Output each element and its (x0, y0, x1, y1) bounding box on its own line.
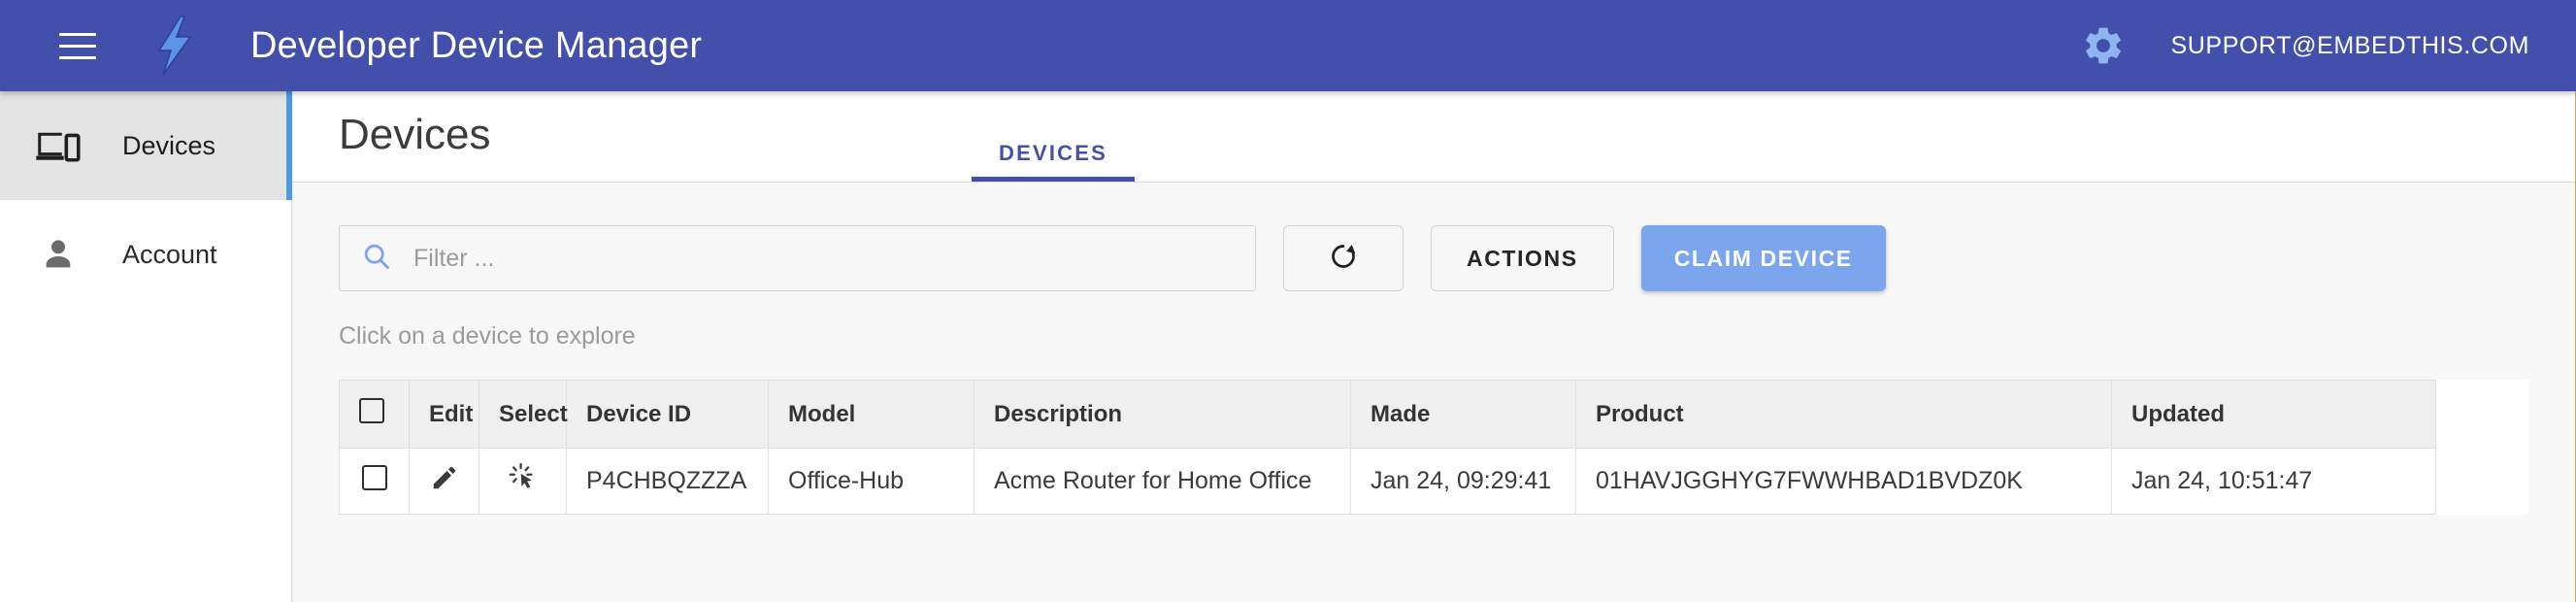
column-header-updated[interactable]: Updated (2111, 380, 2436, 449)
select-all-checkbox[interactable] (359, 398, 384, 423)
sidebar-nav: Devices Account (0, 91, 292, 602)
search-icon (361, 241, 392, 277)
devices-table-container: Edit Select Device ID Model Description … (339, 380, 2528, 515)
column-header-made[interactable]: Made (1350, 380, 1576, 449)
hamburger-menu-icon[interactable] (50, 18, 105, 73)
filter-search-box[interactable] (339, 225, 1256, 291)
row-select-cell (339, 448, 410, 515)
pencil-edit-icon[interactable] (430, 463, 459, 492)
column-header-edit[interactable]: Edit (409, 380, 479, 449)
sidebar-item-account[interactable]: Account (0, 200, 291, 309)
app-header-bar: Developer Device Manager SUPPORT@EMBEDTH… (0, 0, 2576, 91)
content-body: ACTIONS CLAIM DEVICE Click on a device t… (292, 183, 2575, 515)
menu-line (59, 32, 96, 36)
devices-table: Edit Select Device ID Model Description … (339, 380, 2436, 515)
column-header-model[interactable]: Model (768, 380, 974, 449)
table-header: Edit Select Device ID Model Description … (339, 380, 2436, 449)
page-title: Devices (339, 111, 491, 158)
actions-button[interactable]: ACTIONS (1431, 225, 1614, 291)
header-right-group: SUPPORT@EMBEDTHIS.COM (2078, 20, 2576, 71)
row-select-action-cell[interactable] (479, 448, 567, 515)
cell-model: Office-Hub (768, 448, 974, 515)
click-cursor-icon[interactable] (508, 462, 539, 493)
column-header-select[interactable]: Select (479, 380, 568, 449)
refresh-button[interactable] (1283, 225, 1404, 291)
tab-devices[interactable]: DEVICES (972, 141, 1135, 182)
lightning-bolt-logo (151, 16, 196, 76)
column-header-product[interactable]: Product (1575, 380, 2112, 449)
table-row[interactable]: P4CHBQZZZA Office-Hub Acme Router for Ho… (339, 448, 2436, 515)
toolbar: ACTIONS CLAIM DEVICE (339, 225, 2528, 291)
app-root: Developer Device Manager SUPPORT@EMBEDTH… (0, 0, 2576, 602)
cell-made: Jan 24, 09:29:41 (1350, 448, 1576, 515)
claim-device-button[interactable]: CLAIM DEVICE (1640, 225, 1886, 291)
hint-text: Click on a device to explore (339, 322, 636, 350)
tab-bar: DEVICES (972, 141, 1135, 182)
row-checkbox[interactable] (361, 465, 387, 490)
devices-icon (31, 129, 85, 162)
user-email-label[interactable]: SUPPORT@EMBEDTHIS.COM (2171, 32, 2530, 60)
cell-device-id: P4CHBQZZZA (566, 448, 769, 515)
main-content-area: Devices DEVICES Filter ... ACTIONS CLAIM… (292, 91, 2576, 602)
search-input[interactable] (413, 244, 1234, 273)
sidebar-item-devices[interactable]: Devices (0, 91, 292, 200)
sidebar-item-label: Account (122, 239, 217, 269)
page-header: Devices DEVICES (292, 91, 2575, 183)
page-app-title: Developer Device Manager (250, 24, 703, 66)
cell-updated: Jan 24, 10:51:47 (2111, 448, 2436, 515)
refresh-icon (1327, 240, 1360, 278)
person-icon (31, 235, 85, 274)
menu-line (59, 44, 96, 48)
gear-icon[interactable] (2078, 20, 2129, 71)
row-edit-cell[interactable] (409, 448, 479, 515)
cell-product: 01HAVJGGHYG7FWWHBAD1BVDZ0K (1575, 448, 2112, 515)
table-body: P4CHBQZZZA Office-Hub Acme Router for Ho… (339, 448, 2436, 515)
cell-description: Acme Router for Home Office (974, 448, 1351, 515)
table-header-row: Edit Select Device ID Model Description … (339, 380, 2436, 449)
column-header-description[interactable]: Description (974, 380, 1351, 449)
menu-line (59, 55, 96, 59)
column-header-device-id[interactable]: Device ID (566, 380, 769, 449)
select-all-header (339, 380, 410, 449)
sidebar-item-label: Devices (122, 130, 216, 160)
